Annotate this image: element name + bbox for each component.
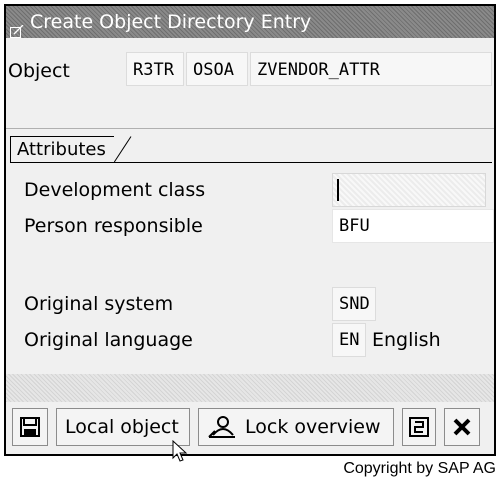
divider — [6, 128, 494, 129]
hierarchy-button[interactable] — [402, 408, 436, 446]
cancel-icon — [453, 418, 471, 436]
mouse-pointer-icon — [172, 440, 188, 462]
object-name: ZVENDOR_ATTR — [250, 52, 492, 86]
toolbar: Local object Lock overview — [6, 404, 494, 454]
save-button[interactable] — [12, 408, 48, 446]
person-icon — [208, 416, 235, 438]
title-bar[interactable]: Create Object Directory Entry — [6, 6, 494, 38]
original-language-name: English — [372, 329, 441, 351]
original-language-label: Original language — [24, 329, 193, 351]
dialog-icon — [10, 16, 24, 38]
text-cursor — [337, 179, 339, 201]
lock-overview-label: Lock overview — [245, 416, 381, 438]
copyright-notice: Copyright by SAP AG — [343, 460, 496, 477]
original-system-label: Original system — [24, 293, 174, 315]
lock-overview-button[interactable]: Lock overview — [198, 408, 394, 446]
tab-edge — [114, 136, 132, 163]
development-class-input[interactable] — [332, 173, 486, 207]
status-band — [6, 374, 494, 402]
person-responsible-label: Person responsible — [24, 215, 203, 237]
person-responsible-input[interactable]: BFU — [332, 209, 494, 243]
local-object-button[interactable]: Local object — [56, 408, 190, 446]
object-key-row: Object R3TR OSOA ZVENDOR_ATTR — [6, 52, 494, 88]
cancel-button[interactable] — [444, 408, 480, 446]
original-system-value: SND — [332, 287, 376, 321]
attributes-panel: Development class Person responsible BFU… — [10, 162, 494, 369]
object-type: OSOA — [186, 52, 248, 86]
save-icon — [20, 417, 40, 437]
development-class-label: Development class — [24, 179, 206, 201]
local-object-label: Local object — [65, 416, 179, 438]
attributes-tab-label: Attributes — [10, 136, 114, 162]
hierarchy-icon — [409, 417, 429, 437]
dialog-window: Create Object Directory Entry Object R3T… — [4, 4, 496, 456]
object-program-id: R3TR — [126, 52, 184, 86]
original-language-code: EN — [332, 323, 366, 357]
window-title: Create Object Directory Entry — [30, 11, 312, 33]
object-label: Object — [8, 60, 70, 82]
